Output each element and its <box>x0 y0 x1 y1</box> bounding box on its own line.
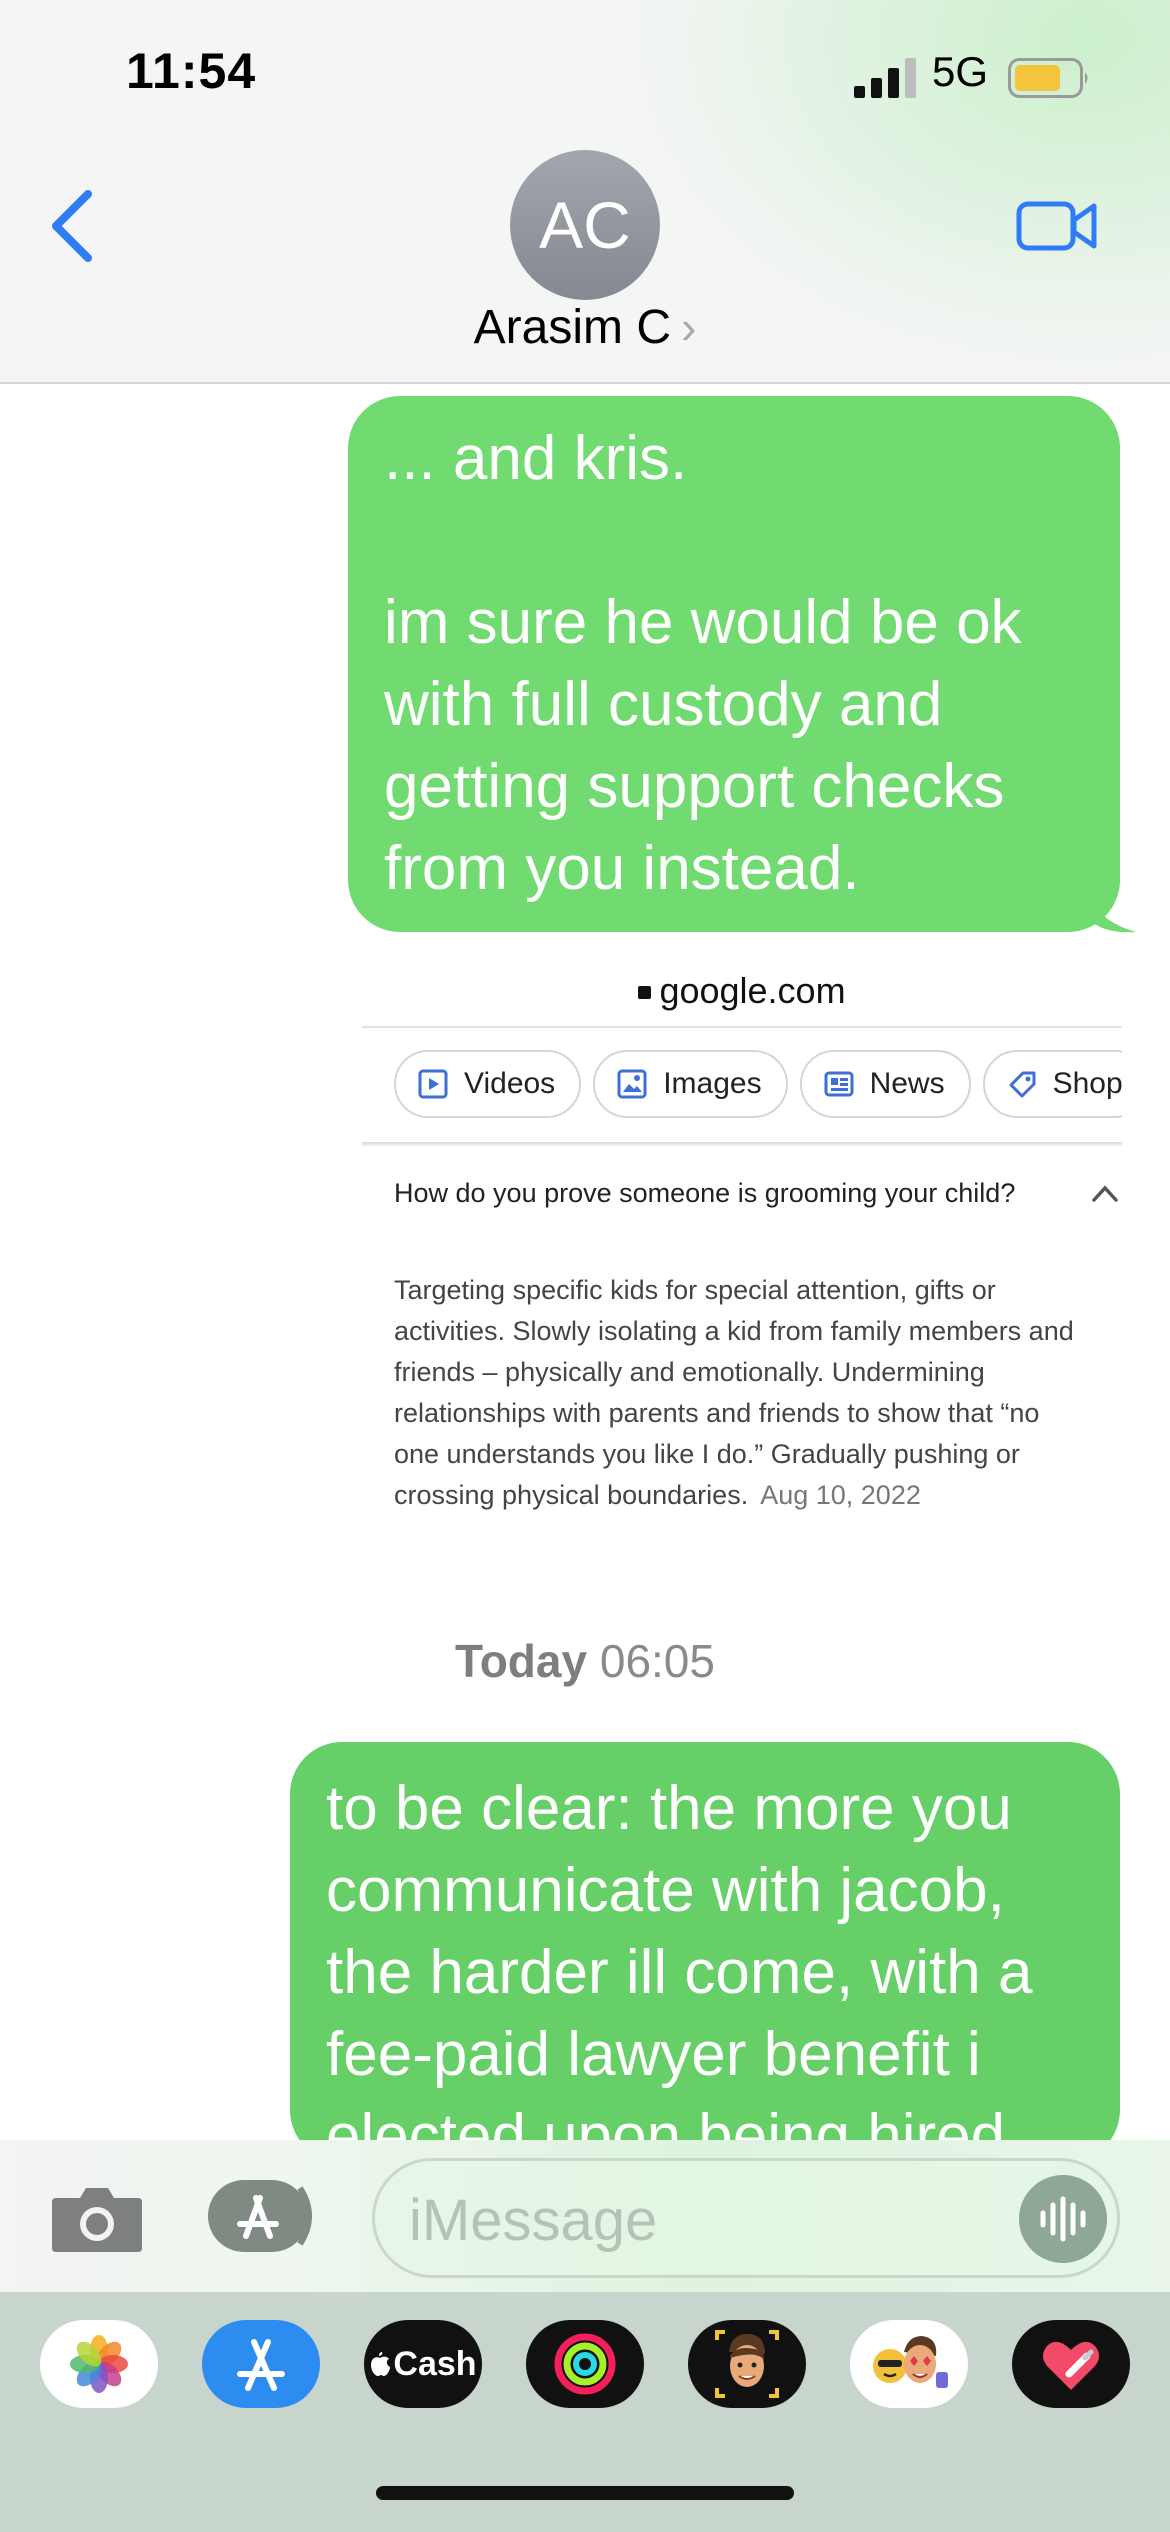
timestamp-separator: Today 06:05 <box>0 1634 1170 1688</box>
chip-label: News <box>869 1067 945 1100</box>
battery-icon <box>1008 58 1088 98</box>
sent-message-bubble[interactable]: to be clear: the more you communicate wi… <box>290 1742 1120 2171</box>
faq-answer: Targeting specific kids for special atte… <box>394 1270 1122 1516</box>
apple-logo-icon <box>371 2352 391 2376</box>
message-line: ... and kris. <box>384 424 688 493</box>
contact-avatar[interactable]: AC <box>510 150 660 300</box>
memoji-stickers-icon <box>873 2336 948 2388</box>
chip-label: Images <box>663 1067 762 1100</box>
contact-name: Arasim C <box>473 301 671 354</box>
preview-domain-bar: google.com <box>362 970 1122 1012</box>
status-time: 11:54 <box>126 43 257 99</box>
answer-line: one understands you like I do.” Graduall… <box>394 1439 1020 1469</box>
answer-text: crossing physical boundaries. <box>394 1480 749 1510</box>
answer-line: relationships with parents and friends t… <box>394 1398 1040 1428</box>
image-icon <box>617 1069 647 1099</box>
play-icon <box>418 1069 448 1099</box>
activity-rings-icon <box>554 2333 616 2395</box>
divider <box>362 1026 1122 1028</box>
message-input-placeholder: iMessage <box>409 2188 658 2253</box>
message-line <box>384 500 1084 582</box>
photos-icon <box>70 2335 128 2393</box>
chevron-up-icon[interactable] <box>1090 1182 1120 1204</box>
chip-label: Videos <box>464 1067 556 1100</box>
chevron-right-icon: › <box>681 301 697 353</box>
answer-line: Targeting specific kids for special atte… <box>394 1275 996 1305</box>
cash-label: Cash <box>393 2344 477 2383</box>
lock-icon <box>638 986 652 999</box>
shared-screenshot[interactable]: google.com Videos Images News Shop How d… <box>362 960 1122 1520</box>
message-line: to be clear: the more you <box>326 1774 1012 1843</box>
faq-question: How do you prove someone is grooming you… <box>394 1178 1016 1208</box>
answer-line: friends – physically and emotionally. Un… <box>394 1357 985 1387</box>
tag-icon <box>1009 1071 1036 1098</box>
message-line: from you instead. <box>384 834 860 903</box>
chip-label: Shop <box>1052 1067 1122 1100</box>
camera-icon[interactable] <box>50 2184 144 2254</box>
message-line: getting support checks <box>384 752 1005 821</box>
memoji-icon <box>715 2330 779 2398</box>
cellular-signal-icon <box>854 58 916 98</box>
activity-app-button[interactable] <box>526 2320 644 2408</box>
message-line: communicate with jacob, <box>326 1856 1005 1925</box>
digital-touch-button[interactable] <box>1012 2320 1130 2408</box>
memoji-stickers-button[interactable] <box>850 2320 968 2408</box>
sent-message-bubble[interactable]: ... and kris. im sure he would be ok wit… <box>348 396 1120 932</box>
message-line: im sure he would be ok <box>384 588 1022 657</box>
network-type: 5G <box>932 48 989 95</box>
app-store-icon <box>237 2339 285 2391</box>
app-store-button[interactable] <box>202 2320 320 2408</box>
digital-touch-heart-icon <box>1043 2341 1099 2390</box>
bubble-tail <box>1090 890 1136 933</box>
apple-cash-button[interactable]: Cash <box>364 2320 482 2408</box>
chip-news[interactable]: News <box>799 1050 971 1118</box>
message-input[interactable]: iMessage <box>372 2158 1120 2278</box>
answer-line-last: crossing physical boundaries. Aug 10, 202… <box>394 1475 1122 1516</box>
answer-line: activities. Slowly isolating a kid from … <box>394 1316 1074 1346</box>
facetime-video-icon[interactable] <box>1016 198 1098 254</box>
message-line: the harder ill come, with a <box>326 1938 1033 2007</box>
divider <box>362 1142 1122 1146</box>
chip-shop[interactable]: Shop <box>982 1050 1122 1118</box>
timestamp-day: Today <box>455 1635 588 1687</box>
preview-domain: google.com <box>659 970 846 1011</box>
answer-date: Aug 10, 2022 <box>760 1480 921 1510</box>
contact-name-button[interactable]: Arasim C › <box>0 300 1170 355</box>
timestamp-time: 06:05 <box>599 1635 715 1687</box>
chip-images[interactable]: Images <box>593 1050 788 1118</box>
app-store-apps-icon[interactable] <box>208 2180 318 2252</box>
message-composer: iMessage <box>0 2140 1170 2292</box>
message-line: with full custody and <box>384 670 943 739</box>
memoji-camera-button[interactable] <box>688 2320 806 2408</box>
chip-videos[interactable]: Videos <box>394 1050 582 1118</box>
audio-waveform-icon[interactable] <box>1019 2175 1107 2263</box>
message-line: fee-paid lawyer benefit i <box>326 2020 981 2089</box>
search-filter-chips: Videos Images News Shop <box>394 1050 1122 1120</box>
news-icon <box>824 1071 854 1097</box>
photos-app-button[interactable] <box>40 2320 158 2408</box>
navigation-header: 11:54 5G AC Arasim C › <box>0 0 1170 384</box>
home-indicator <box>376 2486 794 2500</box>
back-chevron-icon[interactable] <box>44 186 100 266</box>
